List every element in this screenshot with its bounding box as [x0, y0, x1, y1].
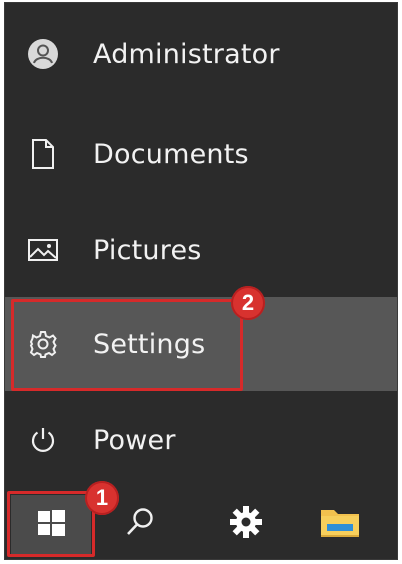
start-button[interactable]: [11, 495, 91, 555]
pictures-icon: [27, 234, 59, 266]
user-avatar-icon: [27, 38, 59, 70]
screenshot-frame: Administrator Documents Pictures Setting…: [4, 2, 398, 560]
document-icon: [27, 138, 59, 170]
gear-icon: [27, 328, 59, 360]
step-2-badge: 2: [231, 286, 265, 320]
taskbar-settings-button[interactable]: [223, 501, 269, 547]
start-menu-item-administrator[interactable]: Administrator: [5, 7, 397, 101]
start-menu-item-power[interactable]: Power: [5, 393, 397, 487]
windows-logo-icon: [36, 508, 66, 542]
menu-item-label: Pictures: [93, 234, 202, 266]
power-icon: [27, 424, 59, 456]
taskbar-search-button[interactable]: [117, 501, 163, 547]
start-menu-item-settings[interactable]: Settings: [5, 297, 397, 391]
file-explorer-icon: [319, 504, 361, 544]
taskbar-file-explorer-button[interactable]: [317, 501, 363, 547]
step-1-badge: 1: [85, 481, 119, 515]
menu-item-label: Documents: [93, 138, 249, 170]
menu-item-label: Settings: [93, 328, 206, 360]
settings-gear-icon: [228, 504, 264, 544]
start-menu-item-pictures[interactable]: Pictures: [5, 203, 397, 297]
menu-item-label: Administrator: [93, 38, 280, 70]
taskbar: [5, 483, 397, 559]
start-menu-item-documents[interactable]: Documents: [5, 107, 397, 201]
menu-item-label: Power: [93, 424, 176, 456]
search-icon: [123, 505, 157, 543]
start-menu: Administrator Documents Pictures Setting…: [5, 3, 397, 483]
